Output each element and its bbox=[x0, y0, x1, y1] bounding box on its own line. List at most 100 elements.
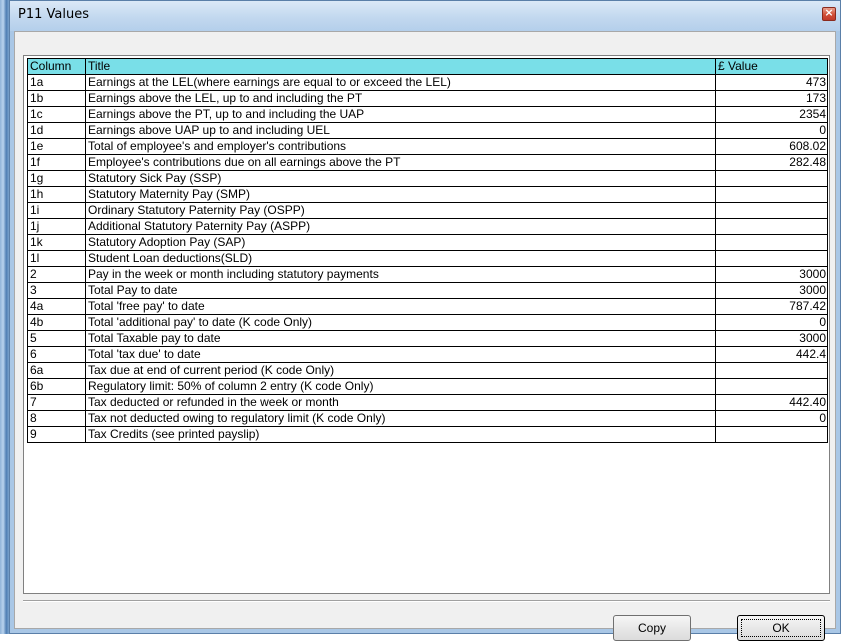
row-column-cell[interactable]: 2 bbox=[27, 266, 86, 283]
row-column-cell[interactable]: 4b bbox=[27, 314, 86, 331]
row-column-cell[interactable]: 6a bbox=[27, 362, 86, 379]
table-row[interactable]: 4a Total 'free pay' to date 787.42 bbox=[27, 298, 828, 315]
row-column-cell[interactable]: 1b bbox=[27, 90, 86, 107]
table-row[interactable]: 6 Total 'tax due' to date 442.4 bbox=[27, 346, 828, 363]
p11-grid[interactable]: Column Title £ Value 1a Earnings at the L… bbox=[23, 55, 830, 594]
table-row[interactable]: 3 Total Pay to date 3000 bbox=[27, 282, 828, 299]
row-column-cell[interactable]: 6b bbox=[27, 378, 86, 395]
table-row[interactable]: 9 Tax Credits (see printed payslip) bbox=[27, 426, 828, 443]
table-row[interactable]: 6a Tax due at end of current period (K co… bbox=[27, 362, 828, 379]
row-title-cell[interactable]: Total of employee's and employer's contr… bbox=[85, 138, 716, 155]
table-row[interactable]: 1d Earnings above UAP up to and including… bbox=[27, 122, 828, 139]
row-title-cell[interactable]: Earnings above UAP up to and including U… bbox=[85, 122, 716, 139]
row-column-cell[interactable]: 4a bbox=[27, 298, 86, 315]
row-column-cell[interactable]: 1g bbox=[27, 170, 86, 187]
row-title-cell[interactable]: Additional Statutory Paternity Pay (ASPP… bbox=[85, 218, 716, 235]
table-row[interactable]: 1i Ordinary Statutory Paternity Pay (OSPP… bbox=[27, 202, 828, 219]
row-title-cell[interactable]: Earnings above the PT, up to and includi… bbox=[85, 106, 716, 123]
row-column-cell[interactable]: 1i bbox=[27, 202, 86, 219]
row-value-cell[interactable]: 0 bbox=[715, 122, 828, 139]
row-title-cell[interactable]: Total 'tax due' to date bbox=[85, 346, 716, 363]
row-title-cell[interactable]: Statutory Maternity Pay (SMP) bbox=[85, 186, 716, 203]
row-value-cell[interactable]: 2354 bbox=[715, 106, 828, 123]
table-row[interactable]: 4b Total 'additional pay' to date (K code… bbox=[27, 314, 828, 331]
row-value-cell[interactable]: 3000 bbox=[715, 266, 828, 283]
row-column-cell[interactable]: 7 bbox=[27, 394, 86, 411]
table-row[interactable]: 1f Employee's contributions due on all ea… bbox=[27, 154, 828, 171]
column-header-column[interactable]: Column bbox=[27, 58, 86, 75]
row-title-cell[interactable]: Tax not deducted owing to regulatory lim… bbox=[85, 410, 716, 427]
column-header-value[interactable]: £ Value bbox=[715, 58, 828, 75]
row-column-cell[interactable]: 8 bbox=[27, 410, 86, 427]
row-value-cell[interactable] bbox=[715, 250, 828, 267]
row-title-cell[interactable]: Total Taxable pay to date bbox=[85, 330, 716, 347]
table-row[interactable]: 2 Pay in the week or month including stat… bbox=[27, 266, 828, 283]
row-value-cell[interactable] bbox=[715, 218, 828, 235]
row-value-cell[interactable] bbox=[715, 202, 828, 219]
title-bar[interactable]: P11 Values × bbox=[10, 1, 840, 31]
row-column-cell[interactable]: 1f bbox=[27, 154, 86, 171]
row-value-cell[interactable]: 282.48 bbox=[715, 154, 828, 171]
row-column-cell[interactable]: 1k bbox=[27, 234, 86, 251]
row-column-cell[interactable]: 5 bbox=[27, 330, 86, 347]
table-row[interactable]: 1a Earnings at the LEL(where earnings are… bbox=[27, 74, 828, 91]
row-title-cell[interactable]: Statutory Adoption Pay (SAP) bbox=[85, 234, 716, 251]
row-column-cell[interactable]: 1a bbox=[27, 74, 86, 91]
row-column-cell[interactable]: 1d bbox=[27, 122, 86, 139]
table-row[interactable]: 1h Statutory Maternity Pay (SMP) bbox=[27, 186, 828, 203]
row-title-cell[interactable]: Regulatory limit: 50% of column 2 entry … bbox=[85, 378, 716, 395]
row-value-cell[interactable] bbox=[715, 186, 828, 203]
row-title-cell[interactable]: Earnings above the LEL, up to and includ… bbox=[85, 90, 716, 107]
table-row[interactable]: 1j Additional Statutory Paternity Pay (AS… bbox=[27, 218, 828, 235]
table-row[interactable]: 6b Regulatory limit: 50% of column 2 entr… bbox=[27, 378, 828, 395]
row-value-cell[interactable]: 0 bbox=[715, 410, 828, 427]
column-header-title[interactable]: Title bbox=[85, 58, 716, 75]
row-value-cell[interactable]: 442.40 bbox=[715, 394, 828, 411]
row-value-cell[interactable] bbox=[715, 234, 828, 251]
row-value-cell[interactable]: 608.02 bbox=[715, 138, 828, 155]
copy-button[interactable]: Copy bbox=[613, 615, 691, 641]
row-value-cell[interactable]: 787.42 bbox=[715, 298, 828, 315]
row-column-cell[interactable]: 3 bbox=[27, 282, 86, 299]
row-column-cell[interactable]: 1h bbox=[27, 186, 86, 203]
row-value-cell[interactable]: 473 bbox=[715, 74, 828, 91]
table-row[interactable]: 8 Tax not deducted owing to regulatory li… bbox=[27, 410, 828, 427]
row-value-cell[interactable] bbox=[715, 362, 828, 379]
row-title-cell[interactable]: Student Loan deductions(SLD) bbox=[85, 250, 716, 267]
table-row[interactable]: 1l Student Loan deductions(SLD) bbox=[27, 250, 828, 267]
row-title-cell[interactable]: Statutory Sick Pay (SSP) bbox=[85, 170, 716, 187]
row-value-cell[interactable]: 442.4 bbox=[715, 346, 828, 363]
row-value-cell[interactable] bbox=[715, 378, 828, 395]
row-title-cell[interactable]: Total Pay to date bbox=[85, 282, 716, 299]
row-value-cell[interactable]: 0 bbox=[715, 314, 828, 331]
ok-button[interactable]: OK bbox=[737, 615, 825, 641]
close-button[interactable]: × bbox=[822, 6, 836, 21]
row-value-cell[interactable] bbox=[715, 426, 828, 443]
row-title-cell[interactable]: Tax due at end of current period (K code… bbox=[85, 362, 716, 379]
row-title-cell[interactable]: Total 'additional pay' to date (K code O… bbox=[85, 314, 716, 331]
row-title-cell[interactable]: Ordinary Statutory Paternity Pay (OSPP) bbox=[85, 202, 716, 219]
table-row[interactable]: 7 Tax deducted or refunded in the week or… bbox=[27, 394, 828, 411]
row-column-cell[interactable]: 1e bbox=[27, 138, 86, 155]
table-row[interactable]: 5 Total Taxable pay to date 3000 bbox=[27, 330, 828, 347]
table-row[interactable]: 1c Earnings above the PT, up to and inclu… bbox=[27, 106, 828, 123]
row-title-cell[interactable]: Tax Credits (see printed payslip) bbox=[85, 426, 716, 443]
row-value-cell[interactable] bbox=[715, 170, 828, 187]
row-value-cell[interactable]: 3000 bbox=[715, 282, 828, 299]
row-title-cell[interactable]: Employee's contributions due on all earn… bbox=[85, 154, 716, 171]
row-value-cell[interactable]: 173 bbox=[715, 90, 828, 107]
row-value-cell[interactable]: 3000 bbox=[715, 330, 828, 347]
table-row[interactable]: 1b Earnings above the LEL, up to and incl… bbox=[27, 90, 828, 107]
row-column-cell[interactable]: 1l bbox=[27, 250, 86, 267]
row-column-cell[interactable]: 1c bbox=[27, 106, 86, 123]
row-title-cell[interactable]: Pay in the week or month including statu… bbox=[85, 266, 716, 283]
row-title-cell[interactable]: Tax deducted or refunded in the week or … bbox=[85, 394, 716, 411]
row-title-cell[interactable]: Earnings at the LEL(where earnings are e… bbox=[85, 74, 716, 91]
row-column-cell[interactable]: 1j bbox=[27, 218, 86, 235]
table-row[interactable]: 1e Total of employee's and employer's con… bbox=[27, 138, 828, 155]
row-column-cell[interactable]: 6 bbox=[27, 346, 86, 363]
row-column-cell[interactable]: 9 bbox=[27, 426, 86, 443]
table-row[interactable]: 1k Statutory Adoption Pay (SAP) bbox=[27, 234, 828, 251]
row-title-cell[interactable]: Total 'free pay' to date bbox=[85, 298, 716, 315]
table-row[interactable]: 1g Statutory Sick Pay (SSP) bbox=[27, 170, 828, 187]
